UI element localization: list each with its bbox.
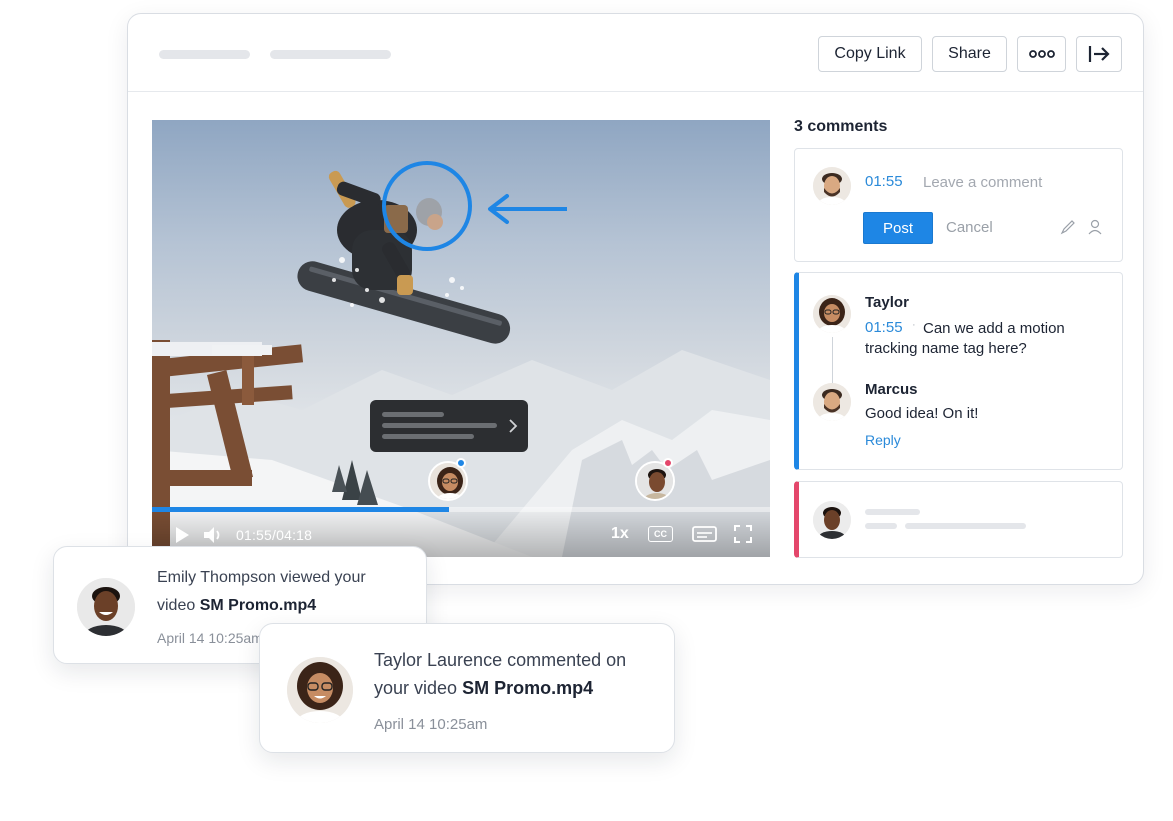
progress-fill [152, 507, 449, 512]
cc-label: CC [654, 529, 667, 539]
avatar-taylor-laurence-icon [287, 657, 353, 723]
copy-link-button[interactable]: Copy Link [818, 36, 922, 72]
ellipsis-icon [1028, 50, 1055, 58]
marcus-name: Marcus [865, 381, 918, 398]
review-window: Copy Link Share 01:55/04:18 1x CC 3 comm… [127, 13, 1144, 585]
share-button[interactable]: Share [932, 36, 1007, 72]
notification-commented-text: Taylor Laurence commented on your video … [374, 646, 654, 702]
top-bar: Copy Link Share [128, 14, 1143, 92]
avatar-emily-icon [77, 578, 135, 636]
subtitles-icon[interactable] [692, 526, 717, 542]
user-icon[interactable] [1088, 219, 1102, 235]
preview-line-1 [382, 412, 444, 417]
taylor-comment-text: Can we add a motion tracking name tag he… [865, 320, 1065, 357]
post-label: Post [882, 219, 913, 237]
avatar-bearded-man-icon [813, 167, 851, 205]
preview-line-3 [382, 434, 474, 439]
collapsed-line-3 [905, 523, 1026, 529]
volume-icon[interactable] [203, 526, 223, 544]
taylor-avatar [813, 295, 851, 333]
timeline-marker-dot-pink [663, 458, 673, 468]
speed-button[interactable]: 1x [611, 525, 629, 543]
cc-button[interactable]: CC [648, 526, 673, 542]
comment-collapsed[interactable] [794, 481, 1123, 558]
collapsed-comment-avatar [813, 501, 851, 539]
chevron-right-icon [509, 419, 518, 433]
post-button[interactable]: Post [863, 212, 933, 244]
cancel-button[interactable]: Cancel [946, 219, 993, 236]
avatar-marcus-icon [813, 383, 851, 421]
notification-commented-date: April 14 10:25am [374, 716, 488, 733]
timeline-marker-dot-blue [456, 458, 466, 468]
emily-avatar [77, 578, 135, 636]
preview-line-2 [382, 423, 497, 428]
notification-commented[interactable]: Taylor Laurence commented on your video … [259, 623, 675, 753]
exit-button[interactable] [1076, 36, 1122, 72]
composer-timestamp[interactable]: 01:55 [865, 173, 903, 190]
taylor-laurence-avatar [287, 657, 353, 723]
notification-viewed-date: April 14 10:25am [157, 630, 263, 646]
collapsed-line-2 [865, 523, 897, 529]
comments-count: 3 comments [794, 118, 888, 135]
notification-commented-file[interactable]: SM Promo.mp4 [462, 678, 593, 698]
notification-viewed-file[interactable]: SM Promo.mp4 [200, 597, 316, 614]
play-icon[interactable] [174, 526, 190, 544]
avatar-woman-icon [813, 501, 851, 539]
comment-preview-tooltip[interactable] [370, 400, 528, 452]
comment-composer: 01:55 Leave a comment Post Cancel [794, 148, 1123, 262]
marcus-avatar [813, 383, 851, 421]
title-placeholder-2 [270, 50, 391, 59]
video-player[interactable]: 01:55/04:18 1x CC [152, 120, 770, 557]
comment-input[interactable]: Leave a comment [923, 174, 1042, 191]
more-button[interactable] [1017, 36, 1066, 72]
collapsed-line-1 [865, 509, 920, 515]
title-placeholder-1 [159, 50, 250, 59]
thread-connector [832, 337, 833, 383]
comment-thread[interactable]: Taylor 01:55 · Can we add a motion track… [794, 272, 1123, 470]
share-label: Share [948, 45, 991, 62]
copy-link-label: Copy Link [834, 45, 906, 62]
fullscreen-icon[interactable] [734, 525, 752, 543]
marcus-comment-text: Good idea! On it! [865, 405, 979, 422]
pen-icon[interactable] [1060, 219, 1076, 235]
notification-viewed-text: Emily Thompson viewed your video SM Prom… [157, 564, 407, 620]
avatar-taylor-icon [813, 295, 851, 333]
reply-button[interactable]: Reply [865, 432, 901, 448]
taylor-name: Taylor [865, 294, 909, 311]
exit-arrow-icon [1088, 46, 1110, 62]
composer-avatar [813, 167, 851, 205]
time-display: 01:55/04:18 [236, 527, 313, 543]
